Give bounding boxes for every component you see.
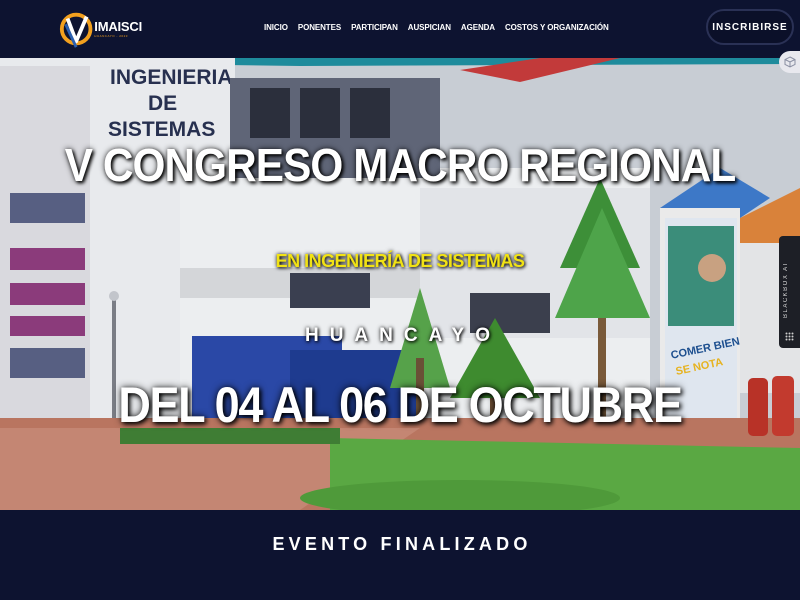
hero-subtitle: EN INGENIERÍA DE SISTEMAS <box>275 251 525 271</box>
nav-item-agenda[interactable]: AGENDA <box>461 20 495 36</box>
blackbox-ai-label: BLACKBOX AI <box>783 262 789 318</box>
logo-subtext: HUANCAYO - 2023 <box>94 34 128 38</box>
site-logo[interactable]: IMAISCI HUANCAYO - 2023 <box>58 4 142 54</box>
hero-title: V CONGRESO MACRO REGIONAL <box>64 139 737 191</box>
svg-text:DE: DE <box>148 92 177 115</box>
nav-item-participan[interactable]: PARTICIPAN <box>351 20 398 36</box>
nav-item-inicio[interactable]: INICIO <box>264 20 288 36</box>
logo-v-icon <box>59 12 93 48</box>
logo-text: IMAISCI <box>94 19 142 34</box>
hero-dates: DEL 04 AL 06 DE OCTUBRE <box>118 377 683 433</box>
hero-city: HUANCAYO <box>304 325 502 346</box>
status-section: EVENTO FINALIZADO <box>0 510 800 600</box>
campus-background-image: INGENIERIA DE SISTEMAS COMER BIEN SE NOT… <box>0 58 800 510</box>
hero-banner: INGENIERIA DE SISTEMAS COMER BIEN SE NOT… <box>0 58 800 510</box>
grid-dots-icon <box>785 332 794 341</box>
register-button[interactable]: INSCRIBIRSE <box>706 9 794 45</box>
nav-item-costos[interactable]: COSTOS Y ORGANIZACIÓN <box>505 20 609 36</box>
side-widget-button[interactable] <box>779 51 800 73</box>
nav-item-ponentes[interactable]: PONENTES <box>298 20 341 36</box>
svg-text:INGENIERIA: INGENIERIA <box>110 66 233 89</box>
cube-icon <box>784 56 796 68</box>
logo-wordmark: IMAISCI HUANCAYO - 2023 <box>94 19 142 39</box>
site-header: IMAISCI HUANCAYO - 2023 INICIO PONENTES … <box>0 0 800 58</box>
event-status: EVENTO FINALIZADO <box>272 534 532 554</box>
blackbox-ai-tab[interactable]: BLACKBOX AI <box>779 236 800 348</box>
nav-item-auspician[interactable]: AUSPICIAN <box>408 20 451 36</box>
main-nav: INICIO PONENTES PARTICIPAN AUSPICIAN AGE… <box>264 20 619 36</box>
